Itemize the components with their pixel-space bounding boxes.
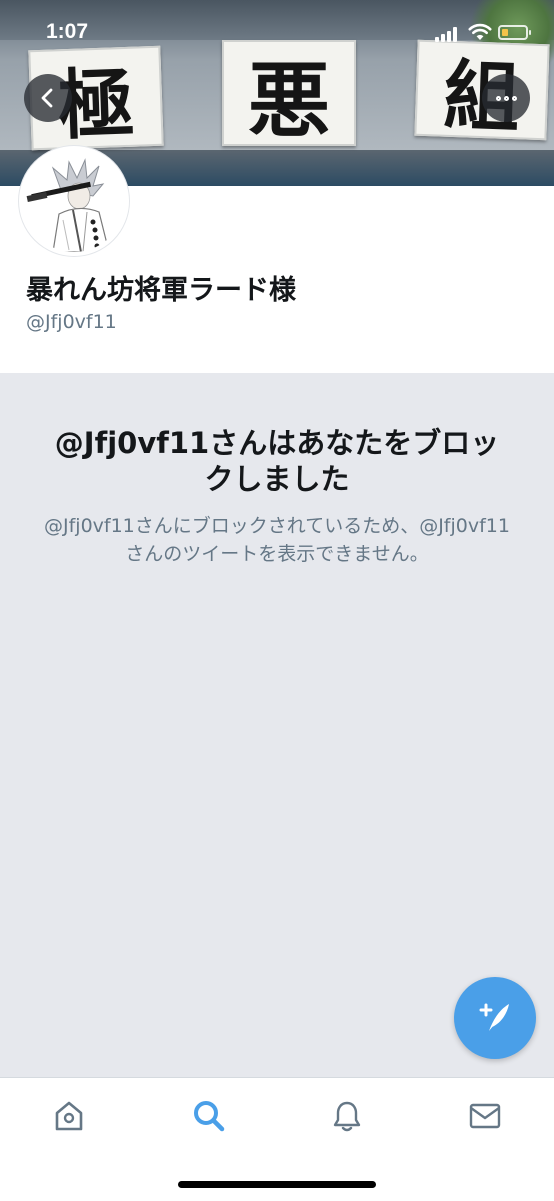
tab-search[interactable] xyxy=(189,1096,229,1136)
compose-tweet-icon xyxy=(479,1003,509,1031)
status-time: 1:07 xyxy=(46,20,89,43)
back-button[interactable] xyxy=(24,74,72,122)
tab-home[interactable] xyxy=(49,1096,89,1136)
more-options-button[interactable] xyxy=(482,74,530,122)
cellular-signal-icon xyxy=(435,26,461,42)
compose-tweet-button[interactable] xyxy=(454,977,536,1059)
bell-icon xyxy=(333,1101,361,1132)
profile-display-name: 暴れん坊将軍ラード様 xyxy=(26,275,296,306)
home-indicator xyxy=(178,1181,376,1188)
status-bar: 1:07 xyxy=(0,0,554,60)
avatar[interactable] xyxy=(19,146,129,256)
more-horizontal-icon xyxy=(494,95,518,101)
blocked-description: @Jfj0vf11さんにブロックされているため、@Jfj0vf11さんのツイート… xyxy=(44,515,510,565)
avatar-image xyxy=(23,150,125,252)
tab-notifications[interactable] xyxy=(327,1096,367,1136)
wifi-icon xyxy=(468,23,492,40)
chevron-left-icon xyxy=(41,88,53,108)
blocked-title: @Jfj0vf11さんはあなたをブロックしました xyxy=(54,426,500,496)
home-icon xyxy=(55,1101,83,1131)
search-icon xyxy=(194,1101,225,1132)
profile-handle: @Jfj0vf11 xyxy=(26,311,117,333)
mail-icon xyxy=(469,1103,501,1129)
blocked-message-panel: @Jfj0vf11さんはあなたをブロックしました @Jfj0vf11さんにブロッ… xyxy=(0,373,554,1077)
tab-messages[interactable] xyxy=(465,1096,505,1136)
battery-icon xyxy=(498,25,531,40)
